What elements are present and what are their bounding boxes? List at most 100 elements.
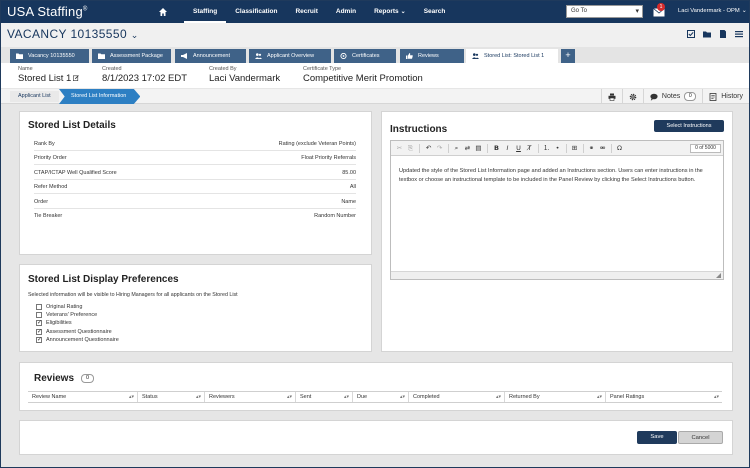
tab-reviews[interactable]: Reviews: [400, 49, 464, 63]
checkbox[interactable]: [36, 304, 42, 310]
document-icon[interactable]: [719, 30, 727, 38]
checkbox-checked[interactable]: [36, 319, 42, 326]
reviews-count-badge: 0: [81, 374, 94, 383]
checkbox-checked[interactable]: [36, 336, 42, 343]
col-returned-by[interactable]: Returned By ▴▾: [505, 392, 606, 402]
select-instructions-button[interactable]: Select Instructions: [654, 120, 724, 132]
home-icon[interactable]: [158, 7, 168, 17]
resize-handle-icon[interactable]: [716, 273, 721, 278]
col-due[interactable]: Due ▴▾: [353, 392, 409, 402]
created-label: Created: [102, 66, 122, 72]
breadcrumb: Applicant List Stored List Information N…: [1, 89, 749, 104]
col-completed[interactable]: Completed ▴▾: [409, 392, 505, 402]
nav-menu: Staffing Classification Recruit Admin Re…: [184, 1, 454, 23]
checkbox[interactable]: [36, 312, 42, 318]
notes-button[interactable]: Notes 0: [642, 89, 702, 104]
col-status[interactable]: Status ▴▾: [138, 392, 205, 402]
sort-icon: ▴▾: [713, 394, 719, 400]
underline-icon[interactable]: U: [514, 144, 523, 153]
tab-assessment-package[interactable]: Assessment Package: [92, 49, 171, 63]
breadcrumb-stored-list-information[interactable]: Stored List Information: [59, 89, 141, 104]
find-icon[interactable]: ⌕: [452, 144, 461, 153]
bulleted-list-icon[interactable]: •: [553, 144, 562, 153]
undo-icon[interactable]: ↶: [424, 144, 433, 153]
cancel-button[interactable]: Cancel: [678, 431, 723, 444]
folder-icon[interactable]: [703, 30, 711, 38]
sort-icon: ▴▾: [399, 394, 405, 400]
tab-announcement[interactable]: Announcement: [175, 49, 246, 63]
tab-certificates[interactable]: Certificates: [334, 49, 396, 63]
app-window: USA Staffing® Staffing Classification Re…: [0, 0, 750, 468]
certificate-type-value: Competitive Merit Promotion: [303, 73, 423, 84]
instructions-text[interactable]: Updated the style of the Stored List Inf…: [399, 167, 719, 184]
gear-icon: [629, 93, 637, 100]
col-review-name[interactable]: Review Name ▴▾: [28, 392, 138, 402]
settings-button[interactable]: [621, 89, 643, 104]
sort-icon: ▴▾: [596, 394, 602, 400]
sort-icon: ▴▾: [286, 394, 292, 400]
block-icon[interactable]: ⊞: [570, 144, 579, 153]
tab-stored-list[interactable]: Stored List: Stored List 1: [466, 49, 558, 63]
unlink-icon[interactable]: ⚮: [598, 144, 607, 153]
created-value: 8/1/2023 17:02 EDT: [102, 73, 188, 84]
checkbox-checked[interactable]: [36, 328, 42, 335]
link-icon[interactable]: ⚭: [587, 144, 596, 153]
clear-format-icon[interactable]: T̸: [525, 144, 534, 153]
cut-icon[interactable]: ✂: [395, 144, 404, 153]
nav-staffing[interactable]: Staffing: [184, 1, 227, 23]
pref-eligibilities[interactable]: Eligibilities: [36, 319, 72, 327]
name-value: Stored List 1: [18, 73, 80, 84]
add-tab-button[interactable]: +: [561, 49, 575, 63]
name-label: Name: [18, 66, 33, 72]
tab-vacancy[interactable]: Vacancy 10135550: [10, 49, 89, 63]
tab-bar: Vacancy 10135550 Assessment Package Anno…: [1, 47, 749, 63]
history-button[interactable]: History: [702, 89, 749, 104]
save-button[interactable]: Save: [637, 431, 677, 444]
col-sent[interactable]: Sent ▴▾: [296, 392, 353, 402]
redo-icon[interactable]: ↷: [435, 144, 444, 153]
nav-reports[interactable]: Reports ⌄: [365, 1, 415, 23]
logo[interactable]: USA Staffing®: [7, 4, 88, 19]
checklist-icon[interactable]: [687, 30, 695, 38]
col-panel-ratings[interactable]: Panel Ratings ▴▾: [606, 392, 722, 402]
character-counter: 0 of 5000: [690, 144, 721, 153]
detail-row-tie-breaker: Tie Breaker Random Number: [34, 213, 356, 219]
detail-row-refer-method: Refer Method All: [34, 181, 356, 194]
breadcrumb-applicant-list[interactable]: Applicant List: [10, 91, 59, 102]
info-created: Created 8/1/2023 17:02 EDT: [102, 66, 187, 84]
sort-icon: ▴▾: [343, 394, 349, 400]
pref-original-rating[interactable]: Original Rating: [36, 303, 82, 311]
numbered-list-icon[interactable]: ⒈: [542, 144, 551, 153]
edit-icon[interactable]: [73, 75, 80, 82]
nav-recruit[interactable]: Recruit: [286, 1, 326, 23]
special-character-icon[interactable]: Ω: [615, 144, 624, 153]
pref-veterans-preference[interactable]: Veterans' Preference: [36, 311, 97, 319]
bold-icon[interactable]: B: [492, 144, 501, 153]
printer-icon: [608, 93, 616, 101]
preferences-title: Stored List Display Preferences: [28, 274, 179, 285]
col-reviewers[interactable]: Reviewers ▴▾: [205, 392, 296, 402]
instructions-editor[interactable]: ✂ ⎘ ↶ ↷ ⌕ ⇄ ▤ B I U T̸ ⒈ • ⊞ ⚭ ⚮ Ω 0 of …: [390, 140, 724, 280]
tab-applicant-overview[interactable]: Applicant Overview: [249, 49, 331, 63]
format-icon[interactable]: ▤: [474, 144, 483, 153]
vacancy-title[interactable]: VACANCY 10135550 ⌄: [7, 27, 139, 41]
italic-icon[interactable]: I: [503, 144, 512, 153]
pref-announcement-questionnaire[interactable]: Announcement Questionnaire: [36, 336, 119, 344]
top-nav: USA Staffing® Staffing Classification Re…: [1, 1, 749, 23]
folder-icon: [16, 53, 23, 59]
print-button[interactable]: [600, 89, 622, 104]
nav-classification[interactable]: Classification: [226, 1, 286, 23]
replace-icon[interactable]: ⇄: [463, 144, 472, 153]
sort-icon: ▴▾: [195, 394, 201, 400]
folder-icon: [98, 53, 105, 59]
copy-icon[interactable]: ⎘: [406, 144, 415, 153]
pref-assessment-questionnaire[interactable]: Assessment Questionnaire: [36, 328, 112, 336]
user-menu[interactable]: Laci Vandermark - OPM ⌄: [678, 7, 747, 14]
info-name: Name Stored List 1: [18, 66, 80, 84]
chevron-down-icon: ⌄: [400, 9, 406, 15]
goto-select[interactable]: Go To: [566, 5, 643, 18]
nav-admin[interactable]: Admin: [327, 1, 365, 23]
list-icon[interactable]: [735, 30, 743, 38]
nav-search[interactable]: Search: [415, 1, 455, 23]
vacancy-header: VACANCY 10135550 ⌄: [1, 23, 749, 47]
